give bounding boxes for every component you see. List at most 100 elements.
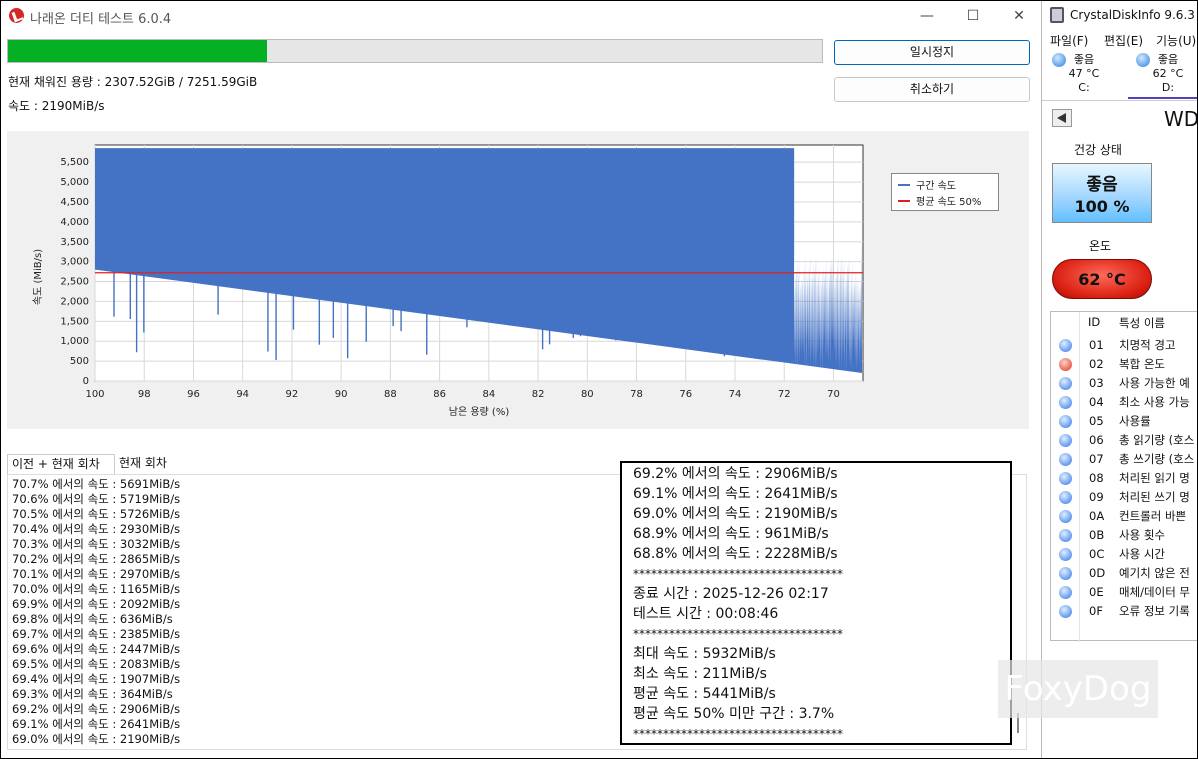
disk-d-temp: 62 °C xyxy=(1152,67,1184,80)
summary-panel: 69.2% 에서의 속도 : 2906MiB/s 69.1% 에서의 속도 : 2… xyxy=(620,461,1012,745)
disk-model: WD xyxy=(1164,107,1198,131)
attribute-row[interactable]: 03 사용 가능한 예 xyxy=(1051,374,1197,393)
dirty-test-window: 나래온 더티 테스트 6.0.4 — ☐ ✕ 현재 채워진 용량 : 2307.… xyxy=(1,1,1041,758)
attribute-row[interactable]: 0C 사용 시간 xyxy=(1051,545,1197,564)
attribute-id: 05 xyxy=(1089,414,1104,428)
attribute-row[interactable]: 02 복합 온도 xyxy=(1051,355,1197,374)
attribute-row[interactable]: 09 처리된 쓰기 명 xyxy=(1051,488,1197,507)
speed-band xyxy=(95,148,795,262)
summary-line: 69.2% 에서의 속도 : 2906MiB/s xyxy=(633,466,838,482)
cdi-title: CrystalDiskInfo 9.6.3 x6 xyxy=(1070,8,1197,22)
pause-button[interactable]: 일시정지 xyxy=(834,40,1030,65)
filled-capacity-text: 현재 채워진 용량 : 2307.52GiB / 7251.59GiB xyxy=(8,75,258,89)
disk-c-letter: C: xyxy=(1078,81,1090,94)
attribute-name: 처리된 읽기 명 xyxy=(1119,471,1190,485)
x-tick-label: 94 xyxy=(236,389,249,400)
log-lines: 70.7% 에서의 속도 : 5691MiB/s 70.6% 에서의 속도 : 5… xyxy=(12,477,180,747)
attribute-status-icon xyxy=(1059,510,1072,523)
attribute-name: 총 읽기량 (호스 xyxy=(1119,433,1195,447)
close-button[interactable]: ✕ xyxy=(999,5,1039,27)
x-tick-label: 82 xyxy=(532,389,545,400)
disk-d-button[interactable]: 좋음 62 °C D: xyxy=(1136,53,1197,95)
smart-attribute-table[interactable]: ID 특성 이름 01 치명적 경고 02 복합 온도 03 사용 가능한 예 04 최소 사… xyxy=(1050,311,1197,642)
attribute-status-icon xyxy=(1059,605,1072,618)
attribute-row[interactable]: 04 최소 사용 가능 xyxy=(1051,393,1197,412)
x-tick-label: 74 xyxy=(729,389,742,400)
y-tick-label: 3,500 xyxy=(60,237,89,248)
log-line: 70.6% 에서의 속도 : 5719MiB/s xyxy=(12,492,181,506)
log-line: 69.1% 에서의 속도 : 2641MiB/s xyxy=(12,717,181,731)
attribute-status-icon xyxy=(1059,415,1072,428)
attribute-row[interactable]: 0E 매체/데이터 무 xyxy=(1051,583,1197,602)
attribute-name: 처리된 쓰기 명 xyxy=(1119,490,1190,504)
progress-bar xyxy=(7,39,823,63)
y-tick-label: 5,500 xyxy=(60,157,89,168)
attribute-id: 0D xyxy=(1089,566,1106,580)
attribute-status-icon xyxy=(1059,548,1072,561)
app-title: 나래온 더티 테스트 6.0.4 xyxy=(30,12,172,27)
summary-line: 테스트 시간 : 00:08:46 xyxy=(633,606,779,622)
attribute-name: 최소 사용 가능 xyxy=(1119,395,1190,409)
attribute-row[interactable]: 08 처리된 읽기 명 xyxy=(1051,469,1197,488)
cancel-button[interactable]: 취소하기 xyxy=(834,77,1030,102)
health-status-badge[interactable]: 좋음 100 % xyxy=(1052,163,1152,223)
attribute-row[interactable]: 0D 예기치 않은 전 xyxy=(1051,564,1197,583)
log-line: 70.2% 에서의 속도 : 2865MiB/s xyxy=(12,552,181,566)
crystaldiskinfo-app-icon xyxy=(1050,7,1064,23)
log-line: 69.3% 에서의 속도 : 364MiB/s xyxy=(12,687,173,701)
attribute-row[interactable]: 07 총 쓰기량 (호스 xyxy=(1051,450,1197,469)
x-tick-label: 78 xyxy=(630,389,643,400)
maximize-button[interactable]: ☐ xyxy=(953,5,993,27)
attribute-id: 04 xyxy=(1089,395,1104,409)
attribute-status-icon xyxy=(1059,434,1072,447)
attribute-status-icon xyxy=(1059,377,1072,390)
menu-file[interactable]: 파일(F) xyxy=(1050,32,1088,49)
attribute-id: 0F xyxy=(1089,604,1103,618)
x-tick-label: 80 xyxy=(581,389,594,400)
header-id: ID xyxy=(1088,315,1101,329)
legend-swatch-series-1 xyxy=(898,184,910,186)
attribute-status-icon xyxy=(1059,453,1072,466)
y-tick-label: 5,000 xyxy=(60,177,89,188)
y-tick-label: 2,500 xyxy=(60,277,89,288)
tab-current[interactable]: 현재 회차 xyxy=(115,454,177,474)
minimize-button[interactable]: — xyxy=(907,5,947,27)
tab-cumulative[interactable]: 이전 + 현재 회차 xyxy=(7,454,115,474)
attribute-row[interactable]: 0F 오류 정보 기록 xyxy=(1051,602,1197,621)
health-percent: 100 % xyxy=(1074,197,1130,216)
legend-swatch-series-2 xyxy=(898,200,910,202)
summary-lines: 69.2% 에서의 속도 : 2906MiB/s 69.1% 에서의 속도 : 2… xyxy=(633,464,843,744)
log-line: 70.1% 에서의 속도 : 2970MiB/s xyxy=(12,567,181,581)
attribute-status-icon xyxy=(1059,491,1072,504)
speed-chart: 0 500 1,000 1,500 2,000 2,500 3,000 3,500 4,000 4… xyxy=(7,131,1029,429)
previous-disk-button[interactable] xyxy=(1052,109,1072,127)
menu-edit[interactable]: 편집(E) xyxy=(1104,32,1143,49)
disk-status-icon xyxy=(1052,53,1066,67)
summary-line: 69.1% 에서의 속도 : 2641MiB/s xyxy=(633,486,838,502)
attribute-name: 예기치 않은 전 xyxy=(1119,566,1190,580)
attribute-row[interactable]: 0B 사용 횟수 xyxy=(1051,526,1197,545)
attribute-status-icon xyxy=(1059,339,1072,352)
x-tick-label: 90 xyxy=(335,389,348,400)
attribute-row[interactable]: 05 사용률 xyxy=(1051,412,1197,431)
chart-legend: 구간 속도 평균 속도 50% xyxy=(891,173,999,211)
attribute-row[interactable]: 0A 컨트롤러 바쁜 xyxy=(1051,507,1197,526)
attribute-row[interactable]: 01 치명적 경고 xyxy=(1051,336,1197,355)
x-tick-label: 92 xyxy=(286,389,299,400)
x-tick-label: 100 xyxy=(85,389,104,400)
log-line: 70.0% 에서의 속도 : 1165MiB/s xyxy=(12,582,181,596)
attribute-name: 사용 가능한 예 xyxy=(1119,376,1190,390)
temperature-badge[interactable]: 62 °C xyxy=(1052,259,1152,299)
y-tick-label: 2,000 xyxy=(60,296,89,307)
x-tick-label: 84 xyxy=(482,389,495,400)
attribute-row[interactable]: 06 총 읽기량 (호스 xyxy=(1051,431,1197,450)
summary-line: 최대 속도 : 5932MiB/s xyxy=(633,646,776,662)
disk-c-button[interactable]: 좋음 47 °C C: xyxy=(1052,53,1114,95)
y-tick-label: 4,000 xyxy=(60,217,89,228)
progress-fill xyxy=(8,40,267,62)
log-line: 69.8% 에서의 속도 : 636MiB/s xyxy=(12,612,173,626)
menu-function[interactable]: 기능(U) xyxy=(1156,32,1196,49)
y-tick-label: 4,500 xyxy=(60,197,89,208)
attribute-status-icon xyxy=(1059,472,1072,485)
y-tick-label: 0 xyxy=(83,376,89,387)
